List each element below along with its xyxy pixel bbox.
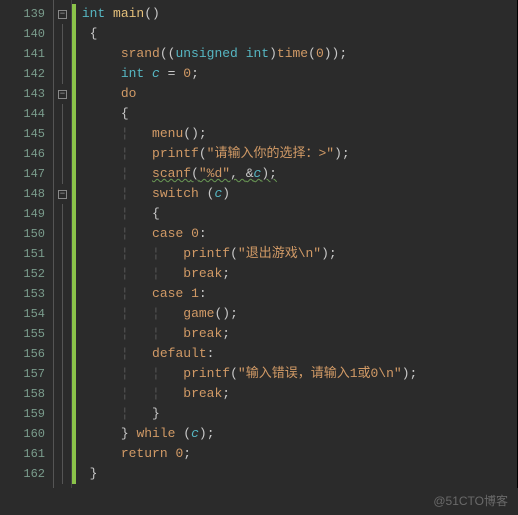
fold-minus-icon[interactable]: −	[58, 190, 67, 199]
fold-cell	[54, 264, 71, 284]
fold-cell: −	[54, 84, 71, 104]
fold-cell	[54, 304, 71, 324]
line-number: 147	[0, 164, 53, 184]
code-area[interactable]: int main() { srand((unsigned int)time(0)…	[72, 0, 517, 488]
code-line: } while (c);	[74, 424, 517, 444]
fold-cell	[54, 444, 71, 464]
line-number: 153	[0, 284, 53, 304]
fold-cell	[54, 384, 71, 404]
code-line: ¦ }	[74, 404, 517, 424]
line-number: 145	[0, 124, 53, 144]
code-line: int main()	[74, 4, 517, 24]
fold-cell	[54, 324, 71, 344]
fold-cell	[54, 224, 71, 244]
fold-cell	[54, 124, 71, 144]
code-line: srand((unsigned int)time(0));	[74, 44, 517, 64]
code-line: ¦ ¦ break;	[74, 384, 517, 404]
code-editor: 1391401411421431441451461471481491501511…	[0, 0, 518, 488]
line-number: 161	[0, 444, 53, 464]
line-number: 156	[0, 344, 53, 364]
code-line: ¦ printf("请输入你的选择：>");	[74, 144, 517, 164]
code-line: ¦ ¦ printf("退出游戏\n");	[74, 244, 517, 264]
code-line: ¦ switch (c)	[74, 184, 517, 204]
fold-cell	[54, 204, 71, 224]
code-line: {	[74, 104, 517, 124]
code-line: ¦ case 0:	[74, 224, 517, 244]
line-number: 158	[0, 384, 53, 404]
fold-cell: −	[54, 4, 71, 24]
code-line: ¦ scanf("%d", &c);	[74, 164, 517, 184]
code-line: }	[74, 464, 517, 484]
line-number: 139	[0, 4, 53, 24]
code-line: ¦ menu();	[74, 124, 517, 144]
line-number: 142	[0, 64, 53, 84]
fold-cell	[54, 344, 71, 364]
code-line: return 0;	[74, 444, 517, 464]
line-number: 154	[0, 304, 53, 324]
fold-cell	[54, 404, 71, 424]
fold-column: − − −	[54, 0, 72, 488]
line-number: 141	[0, 44, 53, 64]
code-line: ¦ ¦ break;	[74, 324, 517, 344]
code-line: ¦ ¦ game();	[74, 304, 517, 324]
code-line: ¦ ¦ break;	[74, 264, 517, 284]
fold-cell	[54, 244, 71, 264]
fold-cell	[54, 44, 71, 64]
fold-cell	[54, 364, 71, 384]
line-number: 148	[0, 184, 53, 204]
line-number: 157	[0, 364, 53, 384]
line-number: 146	[0, 144, 53, 164]
code-line: ¦ case 1:	[74, 284, 517, 304]
line-number: 151	[0, 244, 53, 264]
code-line: ¦ {	[74, 204, 517, 224]
fold-minus-icon[interactable]: −	[58, 10, 67, 19]
fold-cell	[54, 144, 71, 164]
fold-cell	[54, 24, 71, 44]
line-number: 155	[0, 324, 53, 344]
code-line: do	[74, 84, 517, 104]
line-number: 159	[0, 404, 53, 424]
line-number: 150	[0, 224, 53, 244]
line-number: 143	[0, 84, 53, 104]
line-number-gutter: 1391401411421431441451461471481491501511…	[0, 0, 54, 488]
line-number: 152	[0, 264, 53, 284]
fold-cell	[54, 424, 71, 444]
fold-cell	[54, 284, 71, 304]
code-line: ¦ default:	[74, 344, 517, 364]
line-number: 144	[0, 104, 53, 124]
code-line: ¦ ¦ printf("输入错误，请输入1或0\n");	[74, 364, 517, 384]
line-number: 140	[0, 24, 53, 44]
code-line: int c = 0;	[74, 64, 517, 84]
line-number: 160	[0, 424, 53, 444]
fold-cell	[54, 64, 71, 84]
fold-cell	[54, 464, 71, 484]
fold-cell: −	[54, 184, 71, 204]
code-line: {	[74, 24, 517, 44]
watermark: @51CTO博客	[433, 492, 508, 509]
line-number: 162	[0, 464, 53, 484]
fold-cell	[54, 164, 71, 184]
line-number: 149	[0, 204, 53, 224]
fold-minus-icon[interactable]: −	[58, 90, 67, 99]
fold-cell	[54, 104, 71, 124]
